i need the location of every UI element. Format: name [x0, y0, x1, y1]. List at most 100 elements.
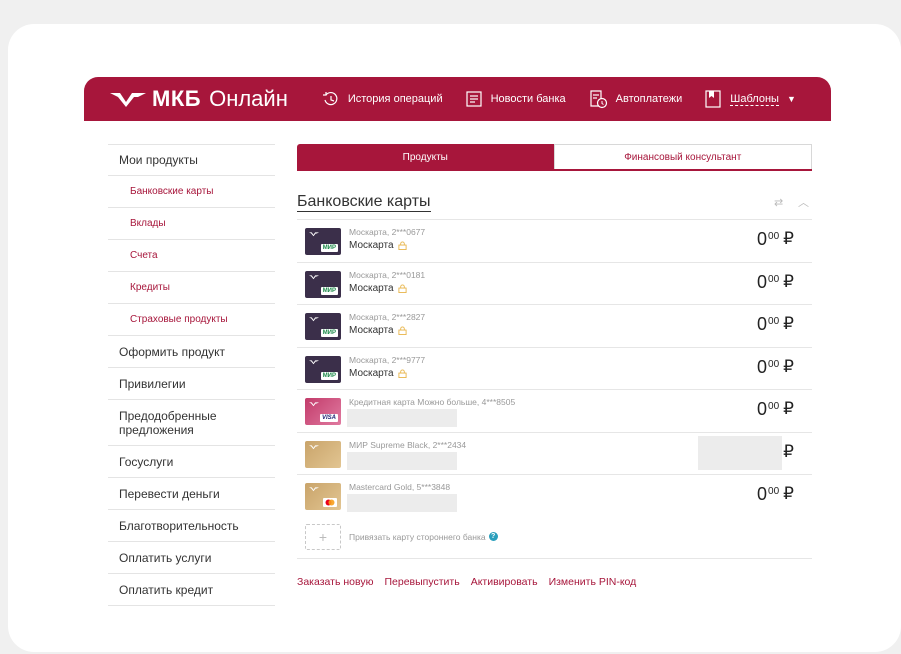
templates-icon — [705, 90, 721, 108]
lock-icon — [397, 241, 407, 250]
card-name-placeholder — [347, 451, 457, 470]
sidebar-item-preapproved[interactable]: Предодобренные предложения — [108, 400, 275, 446]
order-new-link[interactable]: Заказать новую — [297, 576, 373, 588]
card-meta: Москарта, 2***9777 — [349, 354, 426, 365]
sidebar-item-gosuslugi[interactable]: Госуслуги — [108, 446, 275, 478]
sidebar-item-privileges[interactable]: Привилегии — [108, 368, 275, 400]
sidebar-item-label: Оплатить услуги — [119, 550, 212, 565]
card-row[interactable]: VISA Кредитная карта Можно больше, 4***8… — [297, 389, 812, 432]
sidebar-item-label: Привилегии — [119, 376, 186, 391]
currency-sign: ₽ — [783, 356, 794, 376]
logo-brand: МКБ — [152, 86, 202, 111]
sidebar-item-label: Перевести деньги — [119, 486, 220, 501]
currency-sign: ₽ — [783, 484, 794, 503]
balance-kop: 00 — [768, 231, 780, 242]
sidebar-item-bank-cards[interactable]: Банковские карты — [108, 176, 275, 208]
sidebar-item-label: Госуслуги — [119, 454, 174, 469]
card-thumbnail: VISA — [305, 398, 341, 425]
balance-kop: 00 — [768, 486, 780, 497]
balance-int: 0 — [757, 484, 768, 504]
card-balance: 0 00 ₽ — [757, 314, 794, 335]
tab-label: Продукты — [402, 152, 448, 163]
sidebar-item-label: Предодобренные предложения — [119, 408, 217, 437]
nav-history-label: История операций — [347, 93, 443, 105]
history-icon — [322, 91, 338, 106]
card-actions: Заказать новую Перевыпустить Активироват… — [297, 576, 647, 588]
lock-icon — [397, 368, 407, 378]
sidebar-item-label: Кредиты — [130, 282, 170, 293]
card-balance: 0 00 ₽ — [757, 357, 794, 378]
reorder-icon[interactable]: ⇄ — [774, 196, 783, 209]
card-row[interactable]: Mastercard Gold, 5***3848 0 00 ₽ — [297, 474, 812, 517]
nav-history[interactable]: История операций — [322, 90, 443, 108]
collapse-icon[interactable]: ︿ — [798, 194, 809, 210]
mkb-logo-icon — [309, 274, 319, 279]
sidebar-item-deposits[interactable]: Вклады — [108, 208, 275, 240]
balance-int: 0 — [757, 399, 768, 419]
card-row[interactable]: МИР Москарта, 2***0677 Москарта 0 00 ₽ — [297, 219, 812, 262]
help-icon[interactable]: ? — [488, 532, 498, 541]
payment-system-badge: VISA — [319, 414, 338, 422]
sidebar-item-label: Мои продукты — [119, 153, 198, 167]
sidebar-item-label: Страховые продукты — [130, 314, 228, 325]
card-name-text: Москарта — [349, 325, 394, 336]
card-list: МИР Москарта, 2***0677 Москарта 0 00 ₽ МИР… — [297, 219, 812, 559]
balance-int: 0 — [757, 229, 768, 249]
sidebar-item-label: Вклады — [130, 218, 166, 229]
balance-kop: 00 — [768, 273, 780, 285]
sidebar: Мои продукты Банковские карты Вклады Сче… — [108, 144, 275, 606]
logo[interactable]: МКБ Онлайн — [110, 86, 288, 112]
card-row[interactable]: МИР Supreme Black, 2***2434 ₽ — [297, 431, 812, 475]
card-meta: Кредитная карта Можно больше, 4***8505 — [349, 397, 516, 407]
sidebar-item-label: Банковские карты — [130, 186, 214, 197]
card-thumbnail: МИР — [305, 313, 341, 340]
sidebar-item-credits[interactable]: Кредиты — [108, 272, 275, 304]
app-header: МКБ Онлайн История операций Новости банк… — [84, 77, 831, 121]
sidebar-item-accounts[interactable]: Счета — [108, 240, 275, 272]
nav-autopay[interactable]: Автоплатежи — [588, 89, 682, 109]
section-title[interactable]: Банковские карты — [297, 193, 431, 212]
sidebar-item-charity[interactable]: Благотворительность — [108, 510, 275, 542]
sidebar-item-pay-credit[interactable]: Оплатить кредит — [108, 574, 275, 606]
payment-system-badge: МИР — [320, 286, 338, 295]
card-balance: 0 00 ₽ — [757, 484, 794, 505]
sidebar-item-insurance[interactable]: Страховые продукты — [108, 304, 275, 336]
sidebar-item-my-products[interactable]: Мои продукты — [108, 144, 275, 176]
sidebar-item-apply-product[interactable]: Оформить продукт — [108, 336, 275, 368]
tab-products[interactable]: Продукты — [297, 144, 554, 171]
nav-templates-label: Шаблоны — [730, 92, 779, 106]
card-row[interactable]: МИР Москарта, 2***9777 Москарта 0 00 ₽ — [297, 346, 812, 390]
tab-financial-advisor[interactable]: Финансовый консультант — [553, 144, 812, 171]
tab-bar: Продукты Финансовый консультант — [297, 144, 812, 171]
change-pin-link[interactable]: Изменить PIN-код — [549, 576, 637, 588]
logo-suffix: Онлайн — [209, 86, 288, 111]
card-name-placeholder — [347, 409, 457, 427]
sidebar-item-transfer[interactable]: Перевести деньги — [108, 478, 275, 510]
card-meta: Москарта, 2***0181 — [349, 269, 426, 280]
balance-int: 0 — [757, 314, 768, 334]
mkb-logo-icon — [309, 359, 319, 364]
currency-sign: ₽ — [783, 229, 794, 248]
sidebar-item-pay-services[interactable]: Оплатить услуги — [108, 542, 275, 574]
reissue-link[interactable]: Перевыпустить — [384, 576, 459, 588]
card-row[interactable]: МИР Москарта, 2***0181 Москарта 0 00 ₽ — [297, 261, 812, 305]
nav-templates[interactable]: Шаблоны ▼ — [704, 89, 796, 109]
activate-link[interactable]: Активировать — [471, 576, 538, 588]
mastercard-icon — [323, 498, 337, 507]
card-thumbnail — [305, 440, 341, 468]
mkb-logo-icon — [309, 402, 319, 407]
nav-news[interactable]: Новости банка — [465, 90, 566, 108]
balance-kop: 00 — [768, 316, 780, 327]
currency-sign: ₽ — [783, 399, 794, 418]
card-meta: Москарта, 2***2827 — [349, 312, 426, 322]
add-card-button[interactable]: + — [305, 523, 341, 550]
card-row[interactable]: МИР Москарта, 2***2827 Москарта 0 00 ₽ — [297, 304, 812, 347]
payment-system-badge: МИР — [320, 244, 338, 252]
card-name-text: Москарта — [349, 367, 394, 379]
attach-card-link[interactable]: Привязать карту стороннего банка ? — [349, 532, 498, 542]
autopay-icon — [590, 90, 607, 109]
nav-news-label: Новости банка — [490, 93, 566, 105]
top-nav: История операций Новости банка Автоплате… — [322, 89, 818, 109]
sidebar-item-label: Благотворительность — [119, 518, 239, 533]
sidebar-item-label: Оформить продукт — [119, 344, 226, 359]
